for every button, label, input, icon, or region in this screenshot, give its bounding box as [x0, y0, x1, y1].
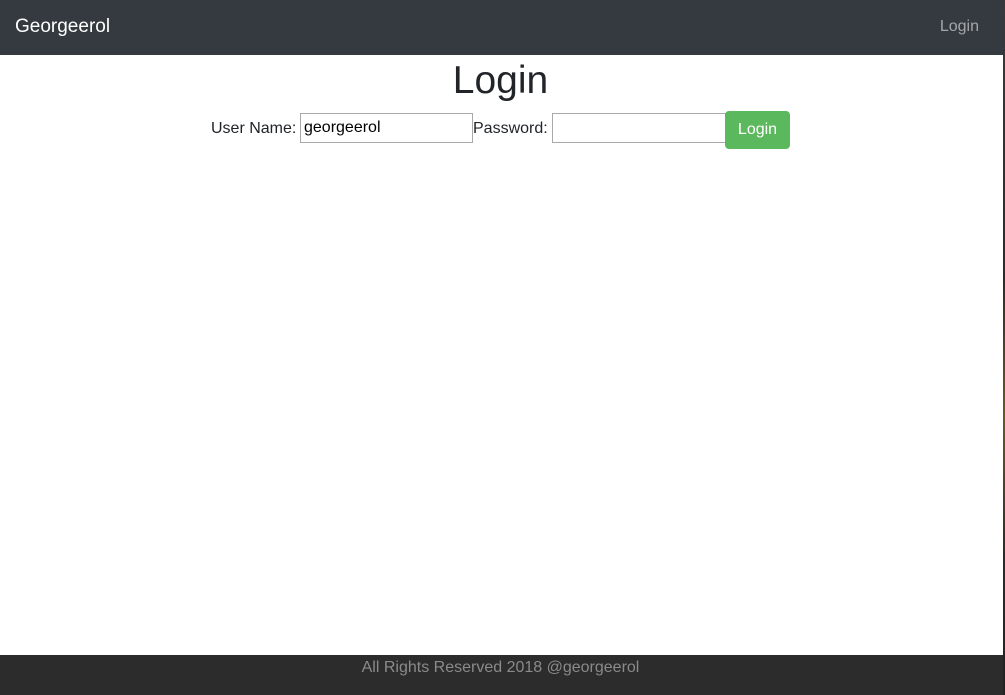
login-button[interactable]: Login — [725, 111, 790, 149]
navbar: Georgeerol Login — [0, 0, 1003, 55]
password-label: Password: — [473, 120, 548, 137]
password-input[interactable] — [552, 113, 726, 143]
page-title: Login — [452, 59, 549, 102]
brand-link[interactable]: Georgeerol — [15, 16, 110, 38]
browser-viewport: Georgeerol Login Login User Name: Passwo… — [0, 0, 1003, 695]
main-content: Login User Name: Password: Login — [0, 55, 1003, 655]
login-form: User Name: Password: Login — [0, 111, 1001, 149]
nav-login-link[interactable]: Login — [940, 17, 979, 37]
footer: All Rights Reserved 2018 @georgeerol — [0, 655, 1003, 695]
username-input[interactable] — [300, 113, 473, 143]
footer-copyright: All Rights Reserved 2018 @georgeerol — [361, 659, 640, 676]
username-label: User Name: — [211, 120, 297, 137]
